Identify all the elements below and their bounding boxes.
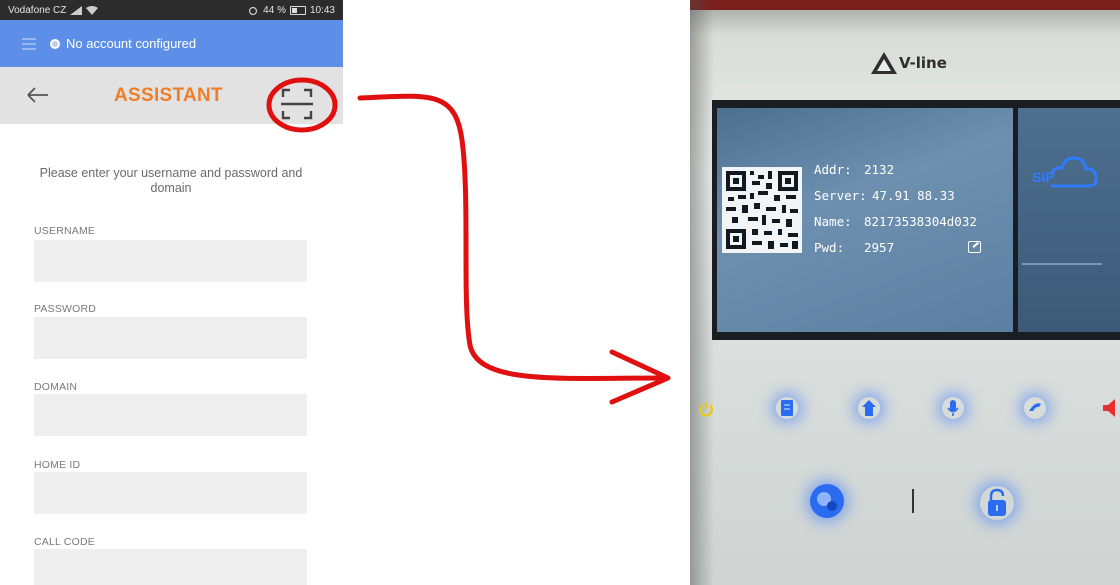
edit-icon	[968, 241, 981, 253]
sip-label: SIP	[1032, 169, 1055, 185]
unlock-icon	[980, 486, 1014, 520]
brand-logo: V-line	[871, 52, 947, 74]
title-bar: ASSISTANT	[0, 67, 343, 133]
addr-label: Addr:	[814, 162, 852, 177]
document-icon	[776, 397, 798, 419]
battery-icon	[289, 5, 306, 15]
home-id-label: HOME ID	[34, 459, 81, 471]
pwd-label: Pwd:	[814, 240, 845, 255]
speaker-icon	[1100, 397, 1120, 419]
battery-percent: 44 %	[263, 4, 286, 16]
username-field[interactable]	[34, 240, 307, 282]
page-title: ASSISTANT	[114, 85, 223, 106]
pwd-value: 2957	[864, 240, 895, 255]
menu-icon[interactable]	[22, 37, 36, 50]
domain-label: DOMAIN	[34, 381, 78, 393]
power-icon	[695, 398, 717, 420]
addr-value: 2132	[864, 162, 895, 177]
call-code-field[interactable]	[34, 549, 307, 585]
screen-side-panel	[1018, 108, 1120, 332]
name-value: 82173538304d032	[864, 214, 977, 229]
clock: 10:43	[309, 4, 335, 16]
username-label: USERNAME	[34, 225, 96, 237]
brand-triangle-icon	[871, 52, 897, 74]
domain-field[interactable]	[34, 394, 307, 436]
signal-icon	[70, 5, 83, 15]
account-status-text: No account configured	[66, 36, 197, 51]
qr-scan-button[interactable]	[266, 77, 338, 133]
monitor-camera-icon	[810, 484, 844, 518]
carrier-name: Vodafone CZ	[8, 4, 67, 16]
status-bar: Vodafone CZ 44 % 10:43	[0, 0, 343, 20]
server-label: Server:	[814, 188, 867, 203]
brand-name: V-line	[899, 54, 947, 72]
home-id-field[interactable]	[34, 472, 307, 514]
name-label: Name:	[814, 214, 852, 229]
password-field[interactable]	[34, 317, 307, 359]
qr-scan-icon[interactable]	[280, 87, 314, 121]
alarm-icon	[249, 6, 258, 15]
sip-cloud-icon: SIP	[1032, 156, 1098, 188]
back-arrow-icon[interactable]	[24, 81, 52, 109]
phone-handset-icon	[1024, 397, 1046, 419]
home-icon	[858, 397, 880, 419]
intercom-device-photo: V-line SIP Addr: 2132 Server: 47.91 88.3…	[690, 0, 1120, 585]
account-status-dot-icon	[50, 38, 60, 49]
qr-code-image	[722, 167, 802, 253]
microphone-icon	[942, 397, 964, 419]
call-code-label: CALL CODE	[34, 536, 95, 548]
account-status-bar[interactable]: No account configured	[0, 20, 343, 67]
form-intro-text: Please enter your username and password …	[39, 166, 303, 195]
password-label: PASSWORD	[34, 303, 97, 315]
server-value: 47.91 88.33	[872, 188, 955, 203]
wifi-icon	[86, 5, 99, 15]
phone-screenshot: Vodafone CZ 44 % 10:43 No account config…	[0, 0, 343, 585]
